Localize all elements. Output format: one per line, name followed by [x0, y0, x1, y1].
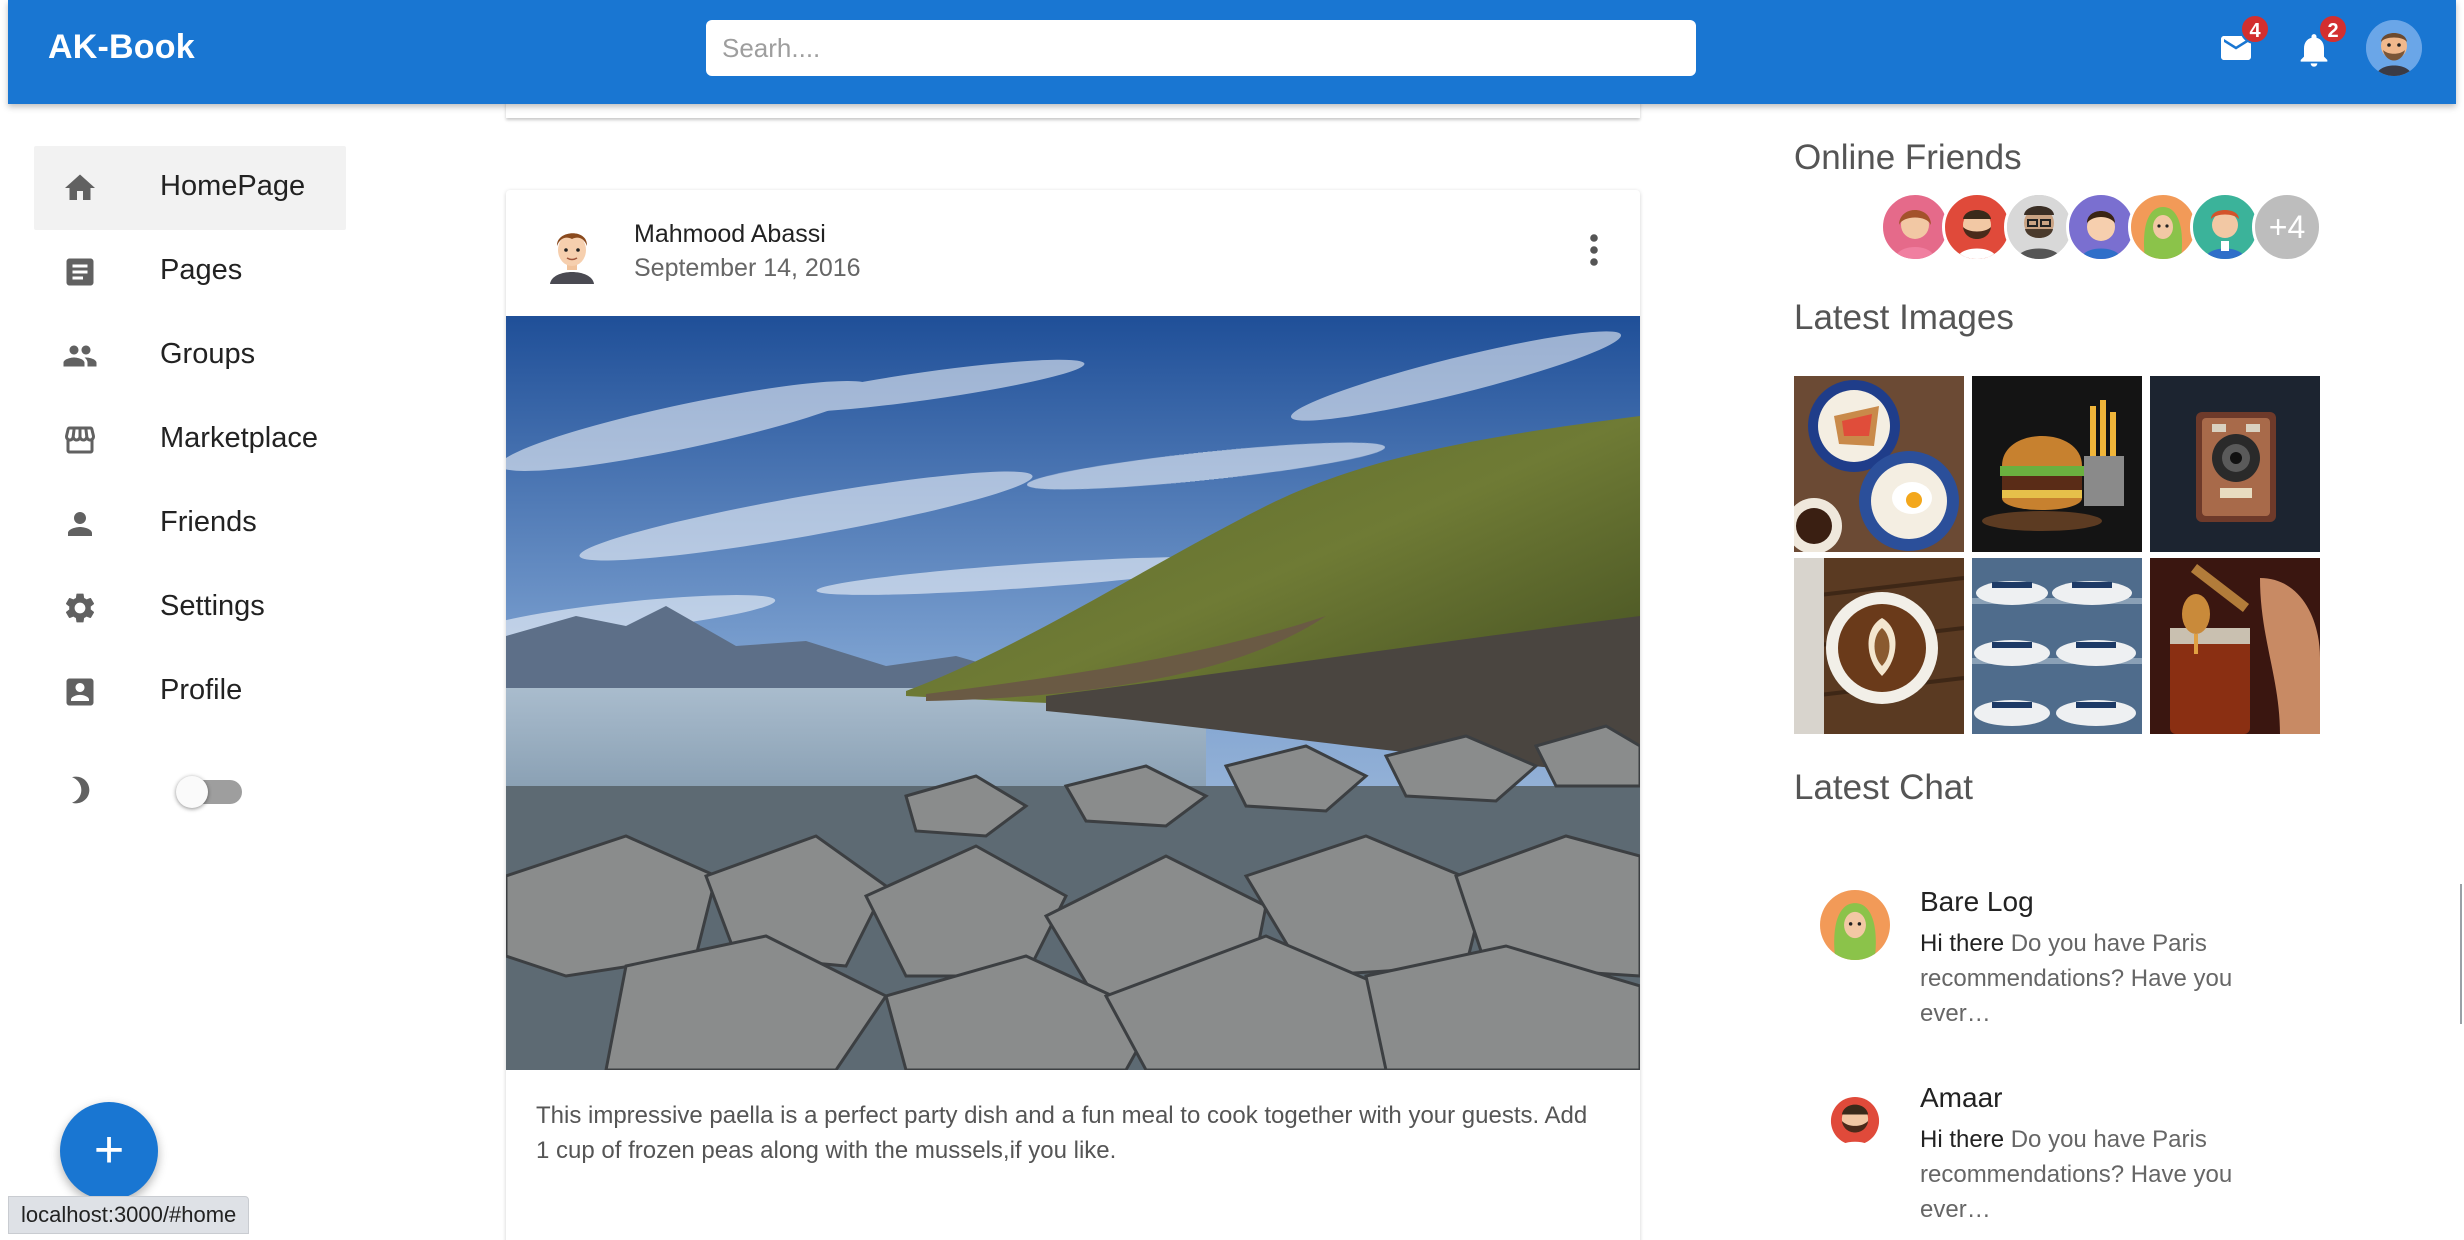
chat-message-preview: Hi there Do you have Paris recommendatio… — [1920, 926, 2300, 1031]
add-post-fab[interactable]: + — [60, 1102, 158, 1200]
friend-avatar[interactable] — [2128, 192, 2198, 262]
chat-avatar — [1820, 1086, 1890, 1156]
user-avatar[interactable] — [2366, 20, 2422, 76]
friend-avatar[interactable] — [2190, 192, 2260, 262]
sidebar-item-label: Friends — [160, 506, 257, 538]
bearded-man-avatar-icon — [1830, 1096, 1880, 1152]
sidebar-item-friends[interactable]: Friends — [34, 482, 346, 566]
storefront-icon — [65, 426, 95, 454]
sidebar-item-label: Marketplace — [160, 422, 318, 454]
article-icon — [66, 258, 94, 286]
camera-photo — [2150, 376, 2320, 552]
latest-chat-title: Latest Chat — [1794, 768, 1973, 807]
redhead-man-avatar-icon — [2205, 210, 2245, 259]
half-moon-icon — [72, 776, 90, 804]
post-text: This impressive paella is a perfect part… — [536, 1102, 1588, 1164]
man-glasses-photo-icon — [2007, 195, 2071, 259]
switch-thumb — [176, 776, 208, 808]
latest-images-grid — [1794, 376, 2320, 734]
woman-avatar-icon — [1895, 210, 1935, 259]
sidebar-item-label: Groups — [160, 338, 256, 370]
theme-toggle-row — [34, 748, 346, 828]
avatar-face-icon — [2366, 20, 2422, 76]
image-tile[interactable] — [1794, 558, 1964, 734]
window-edge-scrollbar[interactable] — [2460, 884, 2462, 1024]
sidebar-item-marketplace[interactable]: Marketplace — [34, 398, 346, 482]
sidebar-item-pages[interactable]: Pages — [34, 230, 346, 314]
sidebar-item-label: Settings — [160, 590, 265, 622]
sidebar-item-profile[interactable]: Profile — [34, 650, 346, 734]
sidebar-item-label: HomePage — [160, 170, 306, 202]
latte-photo — [1794, 558, 1964, 734]
search-input[interactable] — [706, 20, 1696, 76]
browser-status-url: localhost:3000/#home — [8, 1196, 250, 1234]
chat-list-item[interactable]: Bare Log Hi there Do you have Paris reco… — [1794, 882, 2334, 1062]
app-bar: AK-Book 4 2 — [8, 0, 2456, 104]
sidebar-item-settings[interactable]: Settings — [34, 566, 346, 650]
hijab-woman-avatar-icon — [1834, 903, 1876, 960]
chat-sender-name: Amaar — [1920, 1082, 2003, 1113]
chat-message-preview: Hi there Do you have Paris recommendatio… — [1920, 1122, 2300, 1227]
online-friends-group: +4 — [1880, 192, 2322, 262]
chat-sender-name: Bare Log — [1920, 886, 2034, 917]
post-author-name[interactable]: Mahmood Abassi — [634, 220, 826, 249]
app-root: AK-Book 4 2 — [0, 0, 2464, 1240]
mail-badge: 4 — [2240, 14, 2270, 44]
friend-avatar[interactable] — [2066, 192, 2136, 262]
image-tile[interactable] — [1972, 376, 2142, 552]
burger-photo — [1972, 376, 2142, 552]
group-icon — [63, 345, 97, 367]
account-box-icon — [66, 678, 94, 706]
post-author-avatar[interactable] — [540, 220, 604, 284]
more-friends-counter[interactable]: +4 — [2252, 192, 2322, 262]
hijab-woman-avatar-icon — [2143, 207, 2183, 259]
image-tile[interactable] — [1794, 376, 1964, 552]
mail-button[interactable]: 4 — [2208, 14, 2270, 76]
bearded-man-avatar-icon — [1957, 210, 1997, 259]
breakfast-photo — [1794, 376, 1964, 552]
honey-photo — [2150, 558, 2320, 734]
sidebar-item-label: Pages — [160, 254, 243, 286]
sidebar: HomePage Pages Groups Marketplace Friend… — [0, 104, 400, 1240]
boy-avatar-icon — [2081, 211, 2121, 259]
image-tile[interactable] — [2150, 558, 2320, 734]
post-image[interactable] — [506, 316, 1640, 1070]
brand-logo[interactable]: AK-Book — [48, 28, 195, 67]
person-icon — [68, 512, 92, 536]
sidebar-item-label: Profile — [160, 674, 243, 706]
home-icon — [65, 174, 95, 200]
cartoon-boy-avatar-icon — [550, 233, 594, 284]
post-date: September 14, 2016 — [634, 254, 861, 282]
coastal-landscape-photo — [506, 316, 1640, 1070]
notifications-badge: 2 — [2318, 14, 2348, 44]
sidebar-item-groups[interactable]: Groups — [34, 314, 346, 398]
friend-avatar[interactable] — [2004, 192, 2074, 262]
chat-message-lead: Hi there — [1920, 930, 2005, 957]
friend-avatar[interactable] — [1942, 192, 2012, 262]
chat-message-lead: Hi there — [1920, 1126, 2005, 1153]
notifications-button[interactable]: 2 — [2286, 14, 2348, 76]
friend-avatar[interactable] — [1880, 192, 1950, 262]
hats-photo — [1972, 558, 2142, 734]
gear-icon — [65, 593, 95, 623]
chat-avatar — [1820, 890, 1890, 960]
post-card: Mahmood Abassi September 14, 2016 This i… — [506, 190, 1640, 1240]
chat-list-item[interactable]: Amaar Hi there Do you have Paris recomme… — [1794, 1078, 2334, 1240]
image-tile[interactable] — [1972, 558, 2142, 734]
online-friends-title: Online Friends — [1794, 138, 2022, 177]
sidebar-item-homepage[interactable]: HomePage — [34, 146, 346, 230]
more-vert-icon — [1590, 234, 1598, 266]
post-more-button[interactable] — [1570, 226, 1618, 274]
image-tile[interactable] — [2150, 376, 2320, 552]
latest-images-title: Latest Images — [1794, 298, 2014, 337]
